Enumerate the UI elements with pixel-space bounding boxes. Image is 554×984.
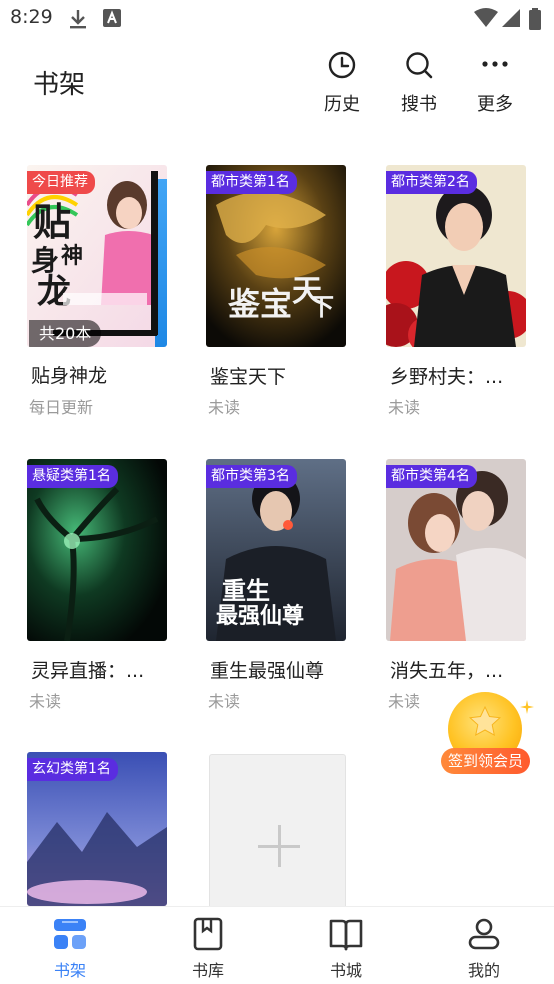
book-status: 每日更新: [29, 398, 94, 417]
book-cover[interactable]: 都市类第4名: [386, 459, 526, 641]
tab-library-label: 书库: [191, 961, 224, 980]
book-cover[interactable]: 都市类第2名: [386, 165, 526, 347]
svg-text:最强仙尊: 最强仙尊: [216, 603, 304, 629]
rank-badge: 都市类第2名: [386, 171, 477, 194]
tab-profile-label: 我的: [467, 961, 500, 980]
svg-text:下: 下: [310, 292, 334, 321]
search-icon: [404, 50, 434, 80]
book-cover[interactable]: 重生 最强仙尊 都市类第3名: [206, 459, 346, 641]
search-books-label: 搜书: [401, 94, 437, 115]
more-icon: [480, 50, 510, 80]
book-status: 未读: [388, 692, 421, 711]
signin-label: 签到领会员: [441, 748, 531, 774]
book-title: 贴身神龙: [31, 365, 108, 387]
bookshelf-icon: [54, 919, 86, 949]
signal-icon: [501, 8, 521, 32]
history-label: 历史: [324, 94, 360, 115]
book-status: 未读: [388, 398, 421, 417]
rank-badge: 都市类第4名: [386, 465, 477, 488]
book-title: 鉴宝天下: [210, 366, 287, 388]
bookstore-icon: [329, 919, 363, 951]
tab-bookstore[interactable]: 书城: [296, 907, 396, 984]
book-title: 重生最强仙尊: [210, 660, 325, 682]
book-cover[interactable]: 玄幻类第1名: [27, 752, 167, 906]
bottom-nav: 书架 书库 书城 我的: [0, 906, 554, 984]
rank-badge: 悬疑类第1名: [27, 465, 118, 488]
sparkle-icon: [520, 700, 534, 714]
star-icon: [468, 705, 502, 737]
signin-reward-button[interactable]: 签到领会员: [436, 690, 536, 776]
book-cover[interactable]: 贴 身 神 龙 今日推荐 共20本: [27, 165, 167, 347]
svg-text:重生: 重生: [222, 577, 270, 605]
add-book-button[interactable]: [209, 754, 346, 914]
svg-text:鉴宝: 鉴宝: [227, 285, 292, 323]
more-label: 更多: [477, 94, 513, 115]
tab-bookshelf[interactable]: 书架: [20, 907, 120, 984]
book-status: 未读: [208, 692, 241, 711]
book-title: 灵异直播：...: [31, 660, 145, 682]
rank-badge: 玄幻类第1名: [27, 758, 118, 781]
profile-icon: [468, 918, 500, 950]
svg-text:神: 神: [61, 243, 83, 269]
font-icon: [102, 8, 122, 32]
book-title: 乡野村夫：...: [390, 366, 504, 388]
page-title: 书架: [33, 70, 86, 100]
search-books-button[interactable]: 搜书: [389, 50, 449, 116]
tab-bookstore-label: 书城: [329, 961, 362, 980]
book-title: 消失五年，...: [390, 660, 504, 682]
more-button[interactable]: 更多: [465, 50, 525, 116]
tab-profile[interactable]: 我的: [434, 907, 534, 984]
tab-bookshelf-label: 书架: [53, 961, 86, 980]
battery-icon: [528, 8, 542, 34]
book-cover[interactable]: 鉴宝 天 下 都市类第1名: [206, 165, 346, 347]
wifi-icon: [474, 8, 498, 32]
rank-badge: 今日推荐: [27, 171, 95, 194]
book-status: 未读: [208, 398, 241, 417]
rank-badge: 都市类第1名: [206, 171, 297, 194]
clock-icon: [327, 50, 357, 80]
svg-text:龙: 龙: [37, 272, 71, 312]
svg-text:贴: 贴: [33, 199, 71, 244]
book-count-badge: 共20本: [29, 320, 102, 347]
status-time: 8:29: [10, 6, 53, 28]
book-cover[interactable]: 悬疑类第1名: [27, 459, 167, 641]
rank-badge: 都市类第3名: [206, 465, 297, 488]
status-bar: 8:29: [0, 0, 554, 36]
library-icon: [193, 917, 223, 951]
download-icon: [68, 8, 88, 34]
book-status: 未读: [29, 692, 62, 711]
tab-library[interactable]: 书库: [158, 907, 258, 984]
history-button[interactable]: 历史: [312, 50, 372, 116]
